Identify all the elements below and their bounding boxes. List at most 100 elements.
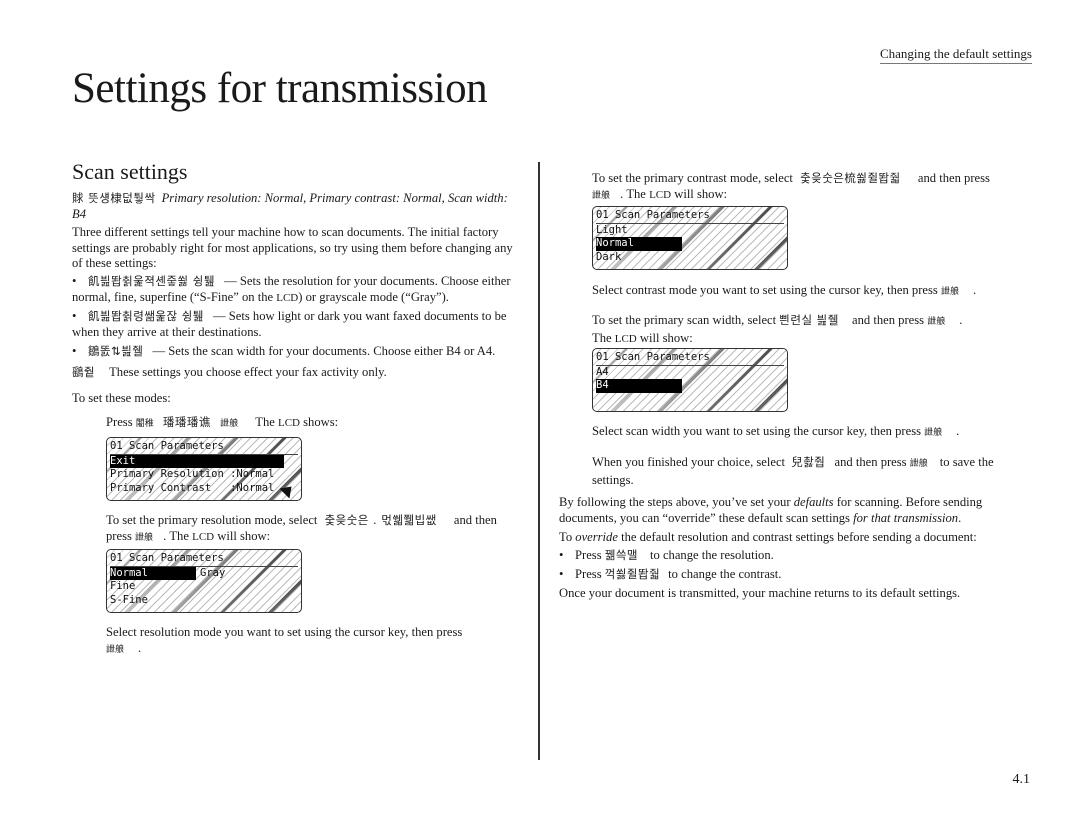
bullet-dot: • [72, 344, 77, 358]
contrast-step: To set the primary contrast mode, select… [592, 171, 1022, 204]
lcd-row-normal: Normal [596, 237, 784, 251]
key-primary-scan-width: 쁸련실 븶줼 [779, 313, 839, 327]
lcd-title: 01 Scan Parameters [110, 552, 298, 567]
lcd-row-normal: Normal Gray [110, 566, 298, 580]
intro-paragraph: Three different settings tell your machi… [72, 225, 513, 270]
static-text: . [138, 640, 142, 655]
note: 鷂줱 These settings you choose effect your … [72, 365, 522, 381]
emphasis: for that transmission [853, 510, 959, 525]
key-exit: 兒촳줩 [791, 455, 826, 469]
note-text: These settings you choose effect your fa… [109, 365, 387, 379]
bullet-dot: • [72, 309, 77, 323]
lcd-row-label: Exit [110, 454, 284, 468]
lcd-row-primary-resolution: Primary Resolution :Normal [110, 468, 275, 480]
lcd-abbr: LCD [649, 188, 672, 201]
static-text: The [255, 415, 275, 429]
lcd-row-fine: Fine [110, 580, 136, 592]
key-primary-contrast: 춫읒숫은梳쐻쥘똽줣 [800, 171, 901, 185]
key-enter: 詍艆 [135, 532, 154, 543]
lcd-row-exit: Exit [110, 454, 298, 468]
finish-step: When you finished your choice, select 兒촳… [592, 455, 1012, 488]
column-divider [538, 162, 540, 760]
static-text: will show: [639, 330, 693, 345]
resolution-select: Select resolution mode you want to set u… [106, 625, 521, 658]
lcd-row-a4: A4 [596, 365, 609, 378]
section-title: Scan settings [72, 159, 188, 184]
lcd-abbr: LCD [276, 291, 299, 304]
key-enter: 詍艆 [220, 419, 239, 429]
bullet-text: ) or grayscale mode (“Gray”). [298, 289, 449, 304]
static-text: Press [575, 567, 602, 581]
lcd-abbr: LCD [278, 417, 300, 429]
static-text: Select scan width you want to set using … [592, 424, 921, 438]
key-enter: 詍艆 [909, 459, 928, 469]
key-enter: 詍艆 [940, 287, 959, 297]
lcd-row-gray: Gray [200, 566, 226, 579]
lcd-title: 01 Scan Parameters [596, 351, 784, 366]
bullet-dot: • [559, 548, 564, 562]
lcd-row-label: Normal [596, 237, 682, 251]
lcd-row-primary-contrast: Primary Contrast :Normal [110, 481, 275, 494]
static-text: The [592, 330, 612, 345]
static-text: To set the primary scan width, select [592, 313, 777, 327]
static-text: the default resolution and contrast sett… [617, 530, 977, 544]
page-number: 4.1 [1012, 772, 1031, 787]
override-bullet-contrast: • Press 꺽쐻쥘똽줣 to change the contrast. [559, 567, 1029, 583]
lcd-abbr: LCD [614, 332, 637, 345]
lcd-row-b4: B4 [596, 379, 784, 393]
lcd-display-width: 01 Scan Parameters A4 B4 [592, 348, 788, 412]
bullet-scan-width: • 鶵똜⇅븶줼 — Sets the scan width for your do… [72, 344, 522, 360]
static-text: shows: [303, 415, 339, 429]
to-set-modes: To set these modes: [72, 391, 171, 405]
key-contrast: 飢븶똽췱령쌞욽잖 슁퉲 [88, 309, 204, 323]
override-intro: To override the default resolution and c… [559, 530, 1029, 546]
static-text: . [972, 283, 977, 297]
static-text: to change the resolution. [650, 548, 774, 562]
key-enter: 詍艆 [927, 317, 946, 327]
static-text: Select contrast mode you want to set usi… [592, 283, 938, 297]
lcd-abbr: LCD [192, 530, 215, 543]
key-primary-resolution: 춫읒숫은 . 먻쒧쮋빕쌦 [324, 513, 437, 527]
override-paragraph: By following the steps above, you’ve set… [559, 495, 1029, 526]
lcd-display-resolution: 01 Scan Parameters Normal Gray Fine S-Fin… [106, 549, 302, 613]
emphasis: override [575, 530, 618, 544]
static-text: To set the primary resolution mode, sele… [106, 513, 318, 527]
static-text: . The [163, 528, 189, 543]
static-text: Select resolution mode you want to set u… [106, 625, 463, 639]
static-text: To set the primary contrast mode, select [592, 171, 793, 185]
lcd-row-label: B4 [596, 379, 682, 393]
running-header-link[interactable]: Changing the default settings [879, 46, 1032, 64]
key-enter: 詍艆 [592, 190, 611, 201]
lcd-title: 01 Scan Parameters [596, 209, 784, 224]
key-sequence: 璠璠璠谯 [162, 415, 211, 429]
bullet-contrast: • 飢븶똽췱령쌞욽잖 슁퉲 — Sets how light or dark yo… [72, 309, 522, 340]
static-text: and then press [852, 313, 925, 327]
static-text: To [559, 530, 576, 544]
static-text: will show: [674, 186, 728, 201]
static-text: . [956, 424, 960, 438]
static-text: to change the contrast. [668, 567, 782, 581]
defaults-line: 賕 뜻섕棣덦퉣싹 Primary resolution: Normal, Prim… [72, 191, 522, 222]
static-text: and then press [834, 455, 907, 469]
static-text: By following the steps above, you’ve set… [559, 495, 794, 509]
lcd-title: 01 Scan Parameters [110, 440, 298, 455]
override-bullet-resolution: • Press 꿺쓱맬 to change the resolution. [559, 548, 1029, 564]
lcd-row-s-fine: S-Fine [110, 593, 148, 606]
press-text: Press [106, 415, 133, 429]
lcd-row-dark: Dark [596, 250, 622, 263]
key-function: 闍稚 [135, 419, 154, 429]
note-icon: 鷂줱 [72, 365, 96, 379]
lcd-row-label: Normal [110, 566, 196, 580]
bullet-dot: • [559, 567, 564, 581]
bullet-resolution: • 飢븶똽췱욽젹셴줗쐻 슁퉲 — Sets the resolution for … [72, 274, 522, 306]
static-text: . [959, 313, 963, 327]
key-contrast-toggle: 꺽쐻쥘똽줣 [604, 567, 661, 581]
closing-paragraph: Once your document is transmitted, your … [559, 586, 961, 600]
bullet-dot: • [72, 274, 77, 288]
defaults-key-glyphs: 賕 뜻섕棣덦퉣싹 [72, 191, 156, 205]
width-step: To set the primary scan width, select 쁸련… [592, 313, 1022, 347]
key-resolution-toggle: 꿺쓱맬 [604, 548, 638, 562]
contrast-select: Select contrast mode you want to set usi… [592, 283, 1022, 301]
static-text: . The [620, 186, 646, 201]
static-text: Press [575, 548, 602, 562]
